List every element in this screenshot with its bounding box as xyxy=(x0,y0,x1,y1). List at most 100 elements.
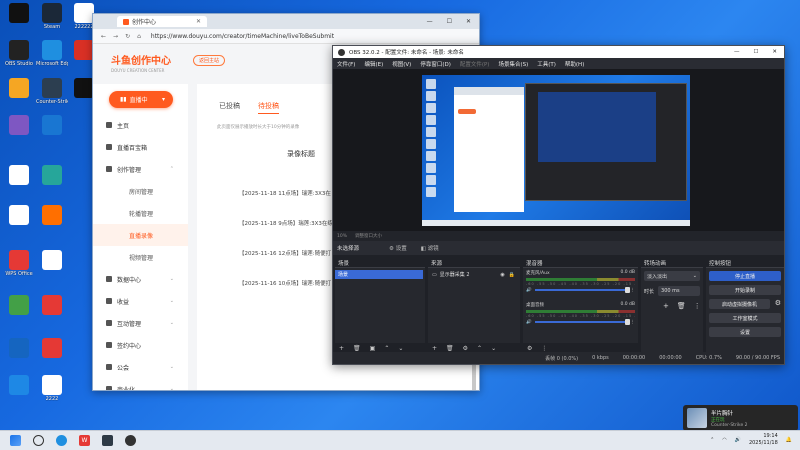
desktop-icon[interactable] xyxy=(36,338,68,359)
more-icon[interactable]: ⋮ xyxy=(631,320,636,325)
desktop-icon[interactable] xyxy=(3,205,35,226)
more-icon[interactable]: ⋮ xyxy=(541,345,547,352)
sidebar-item[interactable]: 主页 xyxy=(93,114,188,136)
speaker-icon[interactable]: 🔊 xyxy=(526,288,532,293)
url-field[interactable]: https://www.douyu.com/creator/timeMachin… xyxy=(151,33,334,40)
back-icon[interactable]: ← xyxy=(101,33,106,40)
source-settings-button[interactable]: ⚙ 设置 xyxy=(389,244,407,252)
start-icon[interactable] xyxy=(10,435,21,446)
tab-pending[interactable]: 待投稿 xyxy=(258,101,279,114)
desktop-icon[interactable] xyxy=(36,205,68,226)
gear-icon[interactable]: ⚙ xyxy=(527,345,532,352)
network-icon[interactable]: ◠ xyxy=(722,437,726,443)
close-icon[interactable]: ✕ xyxy=(466,18,471,25)
source-item[interactable]: ▭ 显示器采集 2 ◉ 🔒 xyxy=(428,270,518,279)
sidebar-item[interactable]: 轮播管理 xyxy=(93,202,188,224)
edge-icon[interactable] xyxy=(56,435,67,446)
back-to-main-button[interactable]: 返回主站 xyxy=(193,55,225,66)
sidebar-item[interactable]: 直播百宝箱 xyxy=(93,136,188,158)
duration-input[interactable]: 300 ms xyxy=(658,286,700,296)
desktop-icon[interactable] xyxy=(36,250,68,271)
desktop-icon[interactable] xyxy=(3,165,35,186)
desktop-icon[interactable] xyxy=(3,78,35,99)
trash-icon[interactable]: 🗑 xyxy=(677,302,686,310)
volume-slider[interactable]: 🔊 ⋮ xyxy=(526,319,636,325)
desktop-icon[interactable]: WPS Office xyxy=(3,250,35,277)
desktop-icon[interactable] xyxy=(3,295,35,316)
gear-icon[interactable]: ⚙ xyxy=(463,345,468,352)
sidebar-item[interactable]: 房间管理 xyxy=(93,180,188,202)
sidebar-item[interactable]: 直播录像 xyxy=(93,224,188,246)
clock[interactable]: 19:14 2025/11/18 xyxy=(749,433,778,447)
volume-icon[interactable]: 🔊 xyxy=(735,437,741,443)
filter-icon[interactable]: ▣ xyxy=(370,345,376,352)
transition-select[interactable]: 淡入淡出 ⌄ xyxy=(644,271,700,281)
home-icon[interactable]: ⌂ xyxy=(137,33,141,40)
menu-item[interactable]: 场景集合(S) xyxy=(498,60,528,68)
desktop-icon[interactable] xyxy=(36,115,68,136)
down-icon[interactable]: ⌄ xyxy=(491,345,496,352)
sidebar-item[interactable]: 视频管理 xyxy=(93,246,188,268)
desktop-icon[interactable] xyxy=(36,165,68,186)
sidebar-item[interactable]: 创作管理 ⌃ xyxy=(93,158,188,180)
studio-mode-button[interactable]: 工作室模式 xyxy=(709,313,781,323)
desktop-icon[interactable] xyxy=(3,375,35,396)
notification-icon[interactable]: 🔔 xyxy=(786,437,792,443)
obs-preview[interactable] xyxy=(333,69,784,231)
minimize-icon[interactable]: — xyxy=(734,49,740,55)
sidebar-item[interactable]: 公会 ⌄ xyxy=(93,356,188,378)
start-recording-button[interactable]: 开始录制 xyxy=(709,285,781,295)
desktop-icon[interactable] xyxy=(3,3,35,24)
list-item[interactable]: 【2025-11-16 10点场】瑞莲:随便打 xyxy=(239,279,331,287)
menu-item[interactable]: 编辑(E) xyxy=(364,60,383,68)
more-icon[interactable]: ⋮ xyxy=(694,302,701,310)
close-tab-icon[interactable]: ✕ xyxy=(196,18,201,25)
obs-icon[interactable] xyxy=(125,435,136,446)
desktop-icon[interactable] xyxy=(3,115,35,136)
lock-icon[interactable]: 🔒 xyxy=(509,272,515,278)
menu-item[interactable]: 停靠窗口(D) xyxy=(420,60,451,68)
close-icon[interactable]: ✕ xyxy=(772,49,777,55)
trash-icon[interactable]: 🗑 xyxy=(446,345,454,352)
trash-icon[interactable]: 🗑 xyxy=(353,345,361,352)
more-icon[interactable]: ⋮ xyxy=(631,288,636,293)
down-icon[interactable]: ⌄ xyxy=(398,345,403,352)
source-filters-button[interactable]: ◧ 滤镜 xyxy=(421,244,439,252)
tray-chevron-icon[interactable]: ⌃ xyxy=(710,437,714,443)
steam-notification[interactable]: 半片胸针 正在玩 Counter-Strike 2 xyxy=(683,405,798,430)
sidebar-item[interactable]: 互动管理 ⌄ xyxy=(93,312,188,334)
volume-slider[interactable]: 🔊 ⋮ xyxy=(526,287,636,293)
list-item[interactable]: 【2025-11-16 12点场】瑞莲:随便打 xyxy=(239,249,331,257)
menu-item[interactable]: 帮助(H) xyxy=(565,60,584,68)
up-icon[interactable]: ⌃ xyxy=(477,345,482,352)
settings-button[interactable]: 设置 xyxy=(709,327,781,337)
refresh-icon[interactable]: ↻ xyxy=(125,33,130,40)
forward-icon[interactable]: → xyxy=(113,33,118,40)
desktop-icon[interactable]: OBS Studio xyxy=(3,40,35,67)
speaker-icon[interactable]: 🔊 xyxy=(526,320,532,325)
eye-icon[interactable]: ◉ xyxy=(500,272,504,278)
zoom-level[interactable]: 10% xyxy=(337,234,347,239)
menu-item[interactable]: 文件(F) xyxy=(337,60,355,68)
tab-submitted[interactable]: 已投稿 xyxy=(219,101,240,114)
desktop-icon[interactable]: Steam xyxy=(36,3,68,30)
desktop-icon[interactable] xyxy=(3,338,35,359)
minimize-icon[interactable]: — xyxy=(427,18,433,25)
search-icon[interactable] xyxy=(33,435,44,446)
maximize-icon[interactable]: ☐ xyxy=(447,18,452,25)
desktop-icon[interactable]: Microsoft Edge xyxy=(36,40,68,67)
desktop-icon[interactable]: Counter-Strike 2 xyxy=(36,78,68,105)
live-status-button[interactable]: ▮▮ 直播中 ▾ xyxy=(109,91,173,108)
menu-item[interactable]: 视图(V) xyxy=(392,60,411,68)
menu-item[interactable]: 配置文件(P) xyxy=(460,60,490,68)
scene-item[interactable]: 场景 xyxy=(335,270,423,279)
gear-icon[interactable]: ⚙ xyxy=(775,299,781,307)
sidebar-item[interactable]: 签约中心 xyxy=(93,334,188,356)
app-icon[interactable] xyxy=(102,435,113,446)
stop-streaming-button[interactable]: 停止直播 xyxy=(709,271,781,281)
add-icon[interactable]: + xyxy=(663,302,669,310)
desktop-icon[interactable]: 2222 xyxy=(36,375,68,402)
browser-tab[interactable]: 创作中心 ✕ xyxy=(117,16,207,27)
up-icon[interactable]: ⌃ xyxy=(384,345,389,352)
sidebar-item[interactable]: 收益 ⌄ xyxy=(93,290,188,312)
